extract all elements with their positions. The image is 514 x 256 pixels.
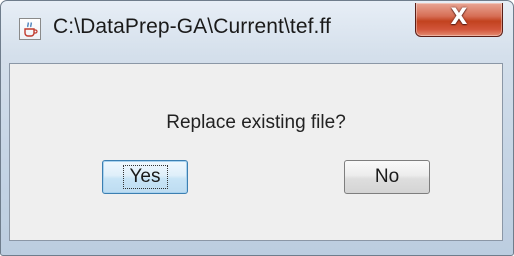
title-bar[interactable]: C:\DataPrep-GA\Current\tef.ff X: [1, 1, 513, 63]
close-button[interactable]: X: [415, 3, 503, 37]
yes-button[interactable]: Yes: [102, 160, 188, 194]
yes-button-label: Yes: [122, 165, 168, 189]
no-button[interactable]: No: [344, 160, 430, 194]
dialog-body: Replace existing file? Yes No: [9, 63, 503, 241]
java-icon[interactable]: [19, 18, 41, 40]
confirm-message: Replace existing file?: [166, 112, 346, 133]
close-icon: X: [450, 5, 468, 30]
dialog-window: C:\DataPrep-GA\Current\tef.ff X Replace …: [0, 0, 514, 256]
no-button-label: No: [374, 166, 400, 187]
window-title: C:\DataPrep-GA\Current\tef.ff: [53, 15, 331, 38]
